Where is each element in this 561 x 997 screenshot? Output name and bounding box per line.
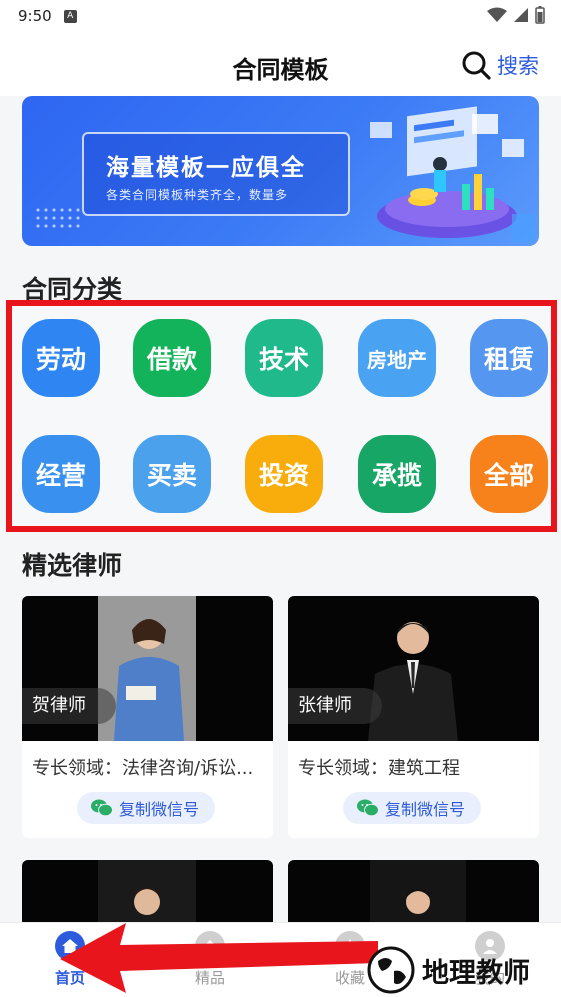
status-bar: 9:50 A [0, 0, 561, 32]
app-header: 合同模板 搜索 [0, 32, 561, 96]
lawyer-specialty: 专长领域：法律咨询/诉讼... [32, 758, 254, 779]
banner-illustration [370, 106, 534, 242]
promo-banner[interactable]: 海量模板一应俱全 各类合同模板种类齐全，数量多 [22, 96, 539, 246]
banner-dot-pattern [34, 206, 82, 228]
watermark-text: 地理教师 [422, 957, 530, 989]
lawyer-specialty: 专长领域：建筑工程 [298, 758, 460, 779]
lawyer-name: 张律师 [288, 688, 382, 724]
status-time: 9:50 [18, 7, 52, 25]
notification-a-icon: A [63, 9, 77, 23]
search-label: 搜索 [497, 54, 539, 78]
lawyer-card[interactable]: 张律师 专长领域：建筑工程 复制微信号 [288, 596, 539, 838]
category-investment[interactable]: 投资 [245, 435, 323, 513]
category-technology[interactable]: 技术 [245, 319, 323, 397]
annotation-arrow [60, 923, 378, 993]
category-labor[interactable]: 劳动 [22, 319, 100, 397]
copy-wechat-button[interactable]: 复制微信号 [343, 792, 482, 824]
category-business[interactable]: 经营 [22, 435, 100, 513]
copy-wechat-label: 复制微信号 [385, 800, 466, 819]
copy-wechat-label: 复制微信号 [119, 800, 200, 819]
lawyer-figure [114, 619, 184, 741]
category-trade[interactable]: 买卖 [133, 435, 211, 513]
lawyer-figure [368, 622, 458, 741]
category-contracting[interactable]: 承揽 [358, 435, 436, 513]
category-lease[interactable]: 租赁 [470, 319, 548, 397]
wechat-icon [91, 799, 113, 817]
category-loan[interactable]: 借款 [133, 319, 211, 397]
lawyers-section-title: 精选律师 [22, 551, 123, 580]
search-button[interactable]: 搜索 [461, 50, 539, 80]
category-all[interactable]: 全部 [470, 435, 548, 513]
search-icon [462, 51, 491, 80]
category-real-estate[interactable]: 房地产 [358, 319, 436, 397]
lawyer-name: 贺律师 [22, 688, 116, 724]
watermark: 地理教师 [366, 945, 530, 995]
globe-icon [367, 946, 415, 994]
banner-title: 海量模板一应俱全 [106, 155, 306, 181]
category-grid-highlight: 劳动 借款 技术 房地产 租赁 经营 买卖 投资 承揽 全部 [6, 300, 557, 532]
copy-wechat-button[interactable]: 复制微信号 [77, 792, 216, 824]
banner-subtitle: 各类合同模板种类齐全，数量多 [106, 188, 289, 202]
battery-icon [535, 6, 545, 24]
wifi-icon [487, 7, 507, 22]
lawyer-card[interactable]: 贺律师 专长领域：法律咨询/诉讼... 复制微信号 [22, 596, 273, 838]
status-icons [487, 6, 545, 24]
wechat-icon [357, 799, 379, 817]
signal-icon [514, 8, 528, 22]
